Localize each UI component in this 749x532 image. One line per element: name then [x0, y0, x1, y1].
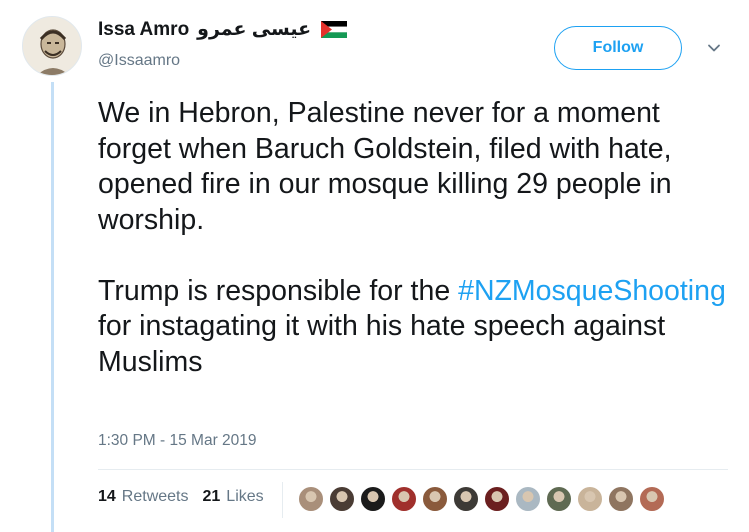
tweet-timestamp[interactable]: 1:30 PM - 15 Mar 2019	[98, 432, 257, 450]
liker-avatar-10[interactable]	[577, 486, 603, 512]
stats-separator	[282, 482, 283, 518]
liker-avatar-12[interactable]	[639, 486, 665, 512]
stats-divider	[98, 469, 728, 470]
tweet-text-segment: Trump is responsible for the	[98, 274, 459, 307]
liker-avatar-3[interactable]	[360, 486, 386, 512]
liker-avatar-2[interactable]	[329, 486, 355, 512]
liker-avatar-5[interactable]	[422, 486, 448, 512]
author-avatar[interactable]	[22, 16, 82, 76]
tweet-paragraph-1: We in Hebron, Palestine never for a mome…	[98, 97, 672, 236]
liker-avatar-9[interactable]	[546, 486, 572, 512]
tweet-text-segment: for instagating it with his hate speech …	[98, 310, 666, 378]
author-display-name[interactable]: Issa Amro	[98, 19, 189, 41]
palestine-flag-icon	[321, 21, 348, 38]
liker-avatar-4[interactable]	[391, 486, 417, 512]
tweet-card: Issa Amro عيسى عمرو @Issaamro Follow We …	[0, 0, 749, 532]
liker-avatar-6[interactable]	[453, 486, 479, 512]
tweet-paragraph-2: Trump is responsible for the #NZMosqueSh…	[98, 274, 738, 381]
liker-avatar-11[interactable]	[608, 486, 634, 512]
author-header[interactable]: Issa Amro عيسى عمرو	[98, 18, 348, 41]
author-arabic-name[interactable]: عيسى عمرو	[197, 18, 311, 41]
liker-avatar-1[interactable]	[298, 486, 324, 512]
retweets-label[interactable]: Retweets	[122, 488, 189, 506]
liker-avatar-8[interactable]	[515, 486, 541, 512]
hashtag-link[interactable]: #NZMosqueShooting	[458, 275, 726, 307]
author-handle[interactable]: @Issaamro	[98, 52, 180, 70]
likes-count[interactable]: 21	[203, 488, 221, 506]
thread-line	[51, 82, 54, 532]
tweet-stats: 14 Retweets 21 Likes	[98, 488, 272, 506]
liker-avatars	[298, 486, 665, 512]
retweets-count[interactable]: 14	[98, 488, 116, 506]
chevron-down-icon[interactable]	[706, 40, 722, 56]
follow-button[interactable]: Follow	[554, 26, 682, 70]
likes-label[interactable]: Likes	[226, 488, 263, 506]
tweet-text: We in Hebron, Palestine never for a mome…	[98, 96, 738, 380]
liker-avatar-7[interactable]	[484, 486, 510, 512]
